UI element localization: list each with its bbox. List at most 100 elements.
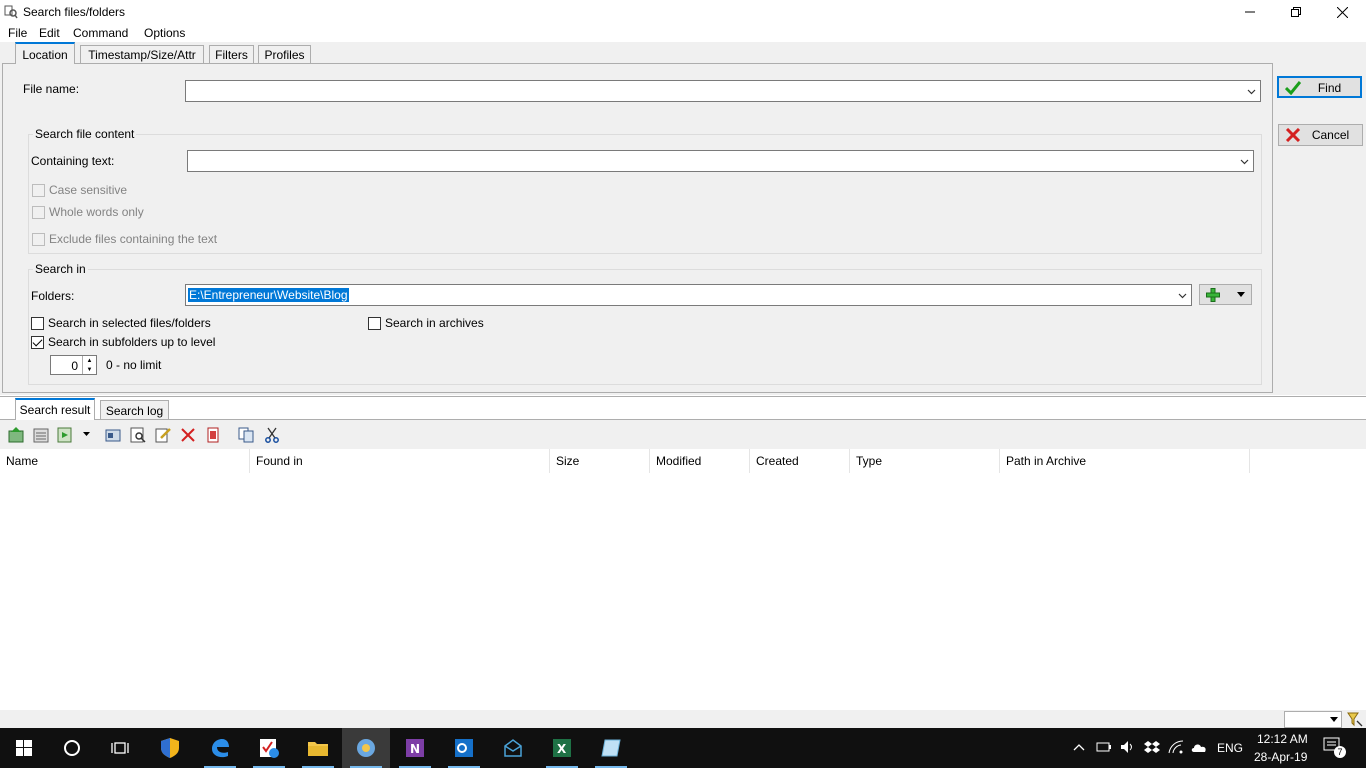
- cut-icon[interactable]: [263, 426, 280, 443]
- search-in-title: Search in: [33, 262, 88, 276]
- search-archives-checkbox[interactable]: [368, 317, 381, 330]
- search-files-app-button[interactable]: [342, 728, 390, 768]
- tab-location[interactable]: Location: [15, 42, 75, 64]
- results-list[interactable]: [0, 473, 1366, 710]
- shield-icon: [161, 738, 179, 758]
- outlook-button[interactable]: [440, 728, 488, 768]
- chevron-up-icon[interactable]: [1073, 743, 1085, 751]
- edit-icon[interactable]: [154, 426, 171, 443]
- search-subfolders-checkbox[interactable]: [31, 336, 44, 349]
- tab-search-log[interactable]: Search log: [100, 400, 169, 420]
- file-name-combo[interactable]: [185, 80, 1261, 102]
- level-spinner[interactable]: 0 ▲ ▼: [50, 355, 97, 375]
- file-name-label: File name:: [23, 82, 80, 96]
- menu-file[interactable]: File: [8, 26, 27, 40]
- delete-icon[interactable]: [179, 426, 196, 443]
- tab-timestamp[interactable]: Timestamp/Size/Attr: [80, 45, 204, 64]
- view-icon[interactable]: [104, 426, 121, 443]
- title-bar: Search files/folders: [0, 0, 1366, 24]
- add-folder-button[interactable]: [1199, 284, 1252, 305]
- calendar-app-button[interactable]: [245, 728, 293, 768]
- notes-app-button[interactable]: [587, 728, 635, 768]
- edge-button[interactable]: [196, 728, 244, 768]
- file-explorer-button[interactable]: [294, 728, 342, 768]
- col-type[interactable]: Type: [850, 449, 1000, 473]
- minimize-icon: [1245, 11, 1255, 13]
- level-value: 0: [71, 359, 78, 373]
- chevron-down-icon: [1178, 293, 1187, 299]
- menu-bar: File Edit Command Options: [0, 24, 1366, 42]
- onedrive-icon[interactable]: [1190, 741, 1208, 753]
- status-bar: [0, 710, 1366, 728]
- wifi-icon[interactable]: [1168, 740, 1184, 754]
- envelope-open-icon: [504, 739, 522, 757]
- notepad-icon: [601, 739, 621, 757]
- case-sensitive-checkbox[interactable]: [32, 184, 45, 197]
- find-button[interactable]: Find: [1277, 76, 1362, 98]
- dropbox-icon[interactable]: [1144, 740, 1160, 754]
- menu-command[interactable]: Command: [73, 26, 128, 40]
- spin-down-icon[interactable]: ▼: [83, 365, 96, 374]
- clock-time[interactable]: 12:12 AM: [1257, 732, 1308, 746]
- col-size[interactable]: Size: [550, 449, 650, 473]
- volume-icon[interactable]: [1120, 740, 1136, 754]
- tab-filters[interactable]: Filters: [209, 45, 254, 64]
- menu-edit[interactable]: Edit: [39, 26, 60, 40]
- menu-options[interactable]: Options: [144, 26, 185, 40]
- search-selected-checkbox[interactable]: [31, 317, 44, 330]
- close-button[interactable]: [1319, 0, 1365, 24]
- whole-words-checkbox[interactable]: [32, 206, 45, 219]
- tab-profiles[interactable]: Profiles: [258, 45, 311, 64]
- search-criteria-area: Location Timestamp/Size/Attr Filters Pro…: [0, 42, 1366, 395]
- onenote-button[interactable]: N: [391, 728, 439, 768]
- language-indicator[interactable]: ENG: [1217, 741, 1243, 755]
- spin-up-icon[interactable]: ▲: [83, 356, 96, 365]
- col-found-in[interactable]: Found in: [250, 449, 550, 473]
- level-spin-buttons: ▲ ▼: [82, 356, 96, 374]
- folder-icon: [308, 742, 328, 756]
- restore-icon: [1291, 7, 1301, 17]
- col-path-in-archive[interactable]: Path in Archive: [1000, 449, 1250, 473]
- clock-date[interactable]: 28-Apr-19: [1254, 750, 1307, 764]
- search-content-title: Search file content: [33, 127, 137, 141]
- start-button[interactable]: [0, 728, 48, 768]
- cancel-button[interactable]: Cancel: [1278, 124, 1363, 146]
- action-center-button[interactable]: 7: [1322, 736, 1346, 760]
- battery-icon[interactable]: [1096, 741, 1112, 753]
- go-to-file-icon[interactable]: [7, 426, 24, 443]
- search-taskbar-button[interactable]: [48, 728, 96, 768]
- col-created[interactable]: Created: [750, 449, 850, 473]
- criteria-tabs: Location Timestamp/Size/Attr Filters Pro…: [0, 42, 1366, 64]
- minimize-button[interactable]: [1227, 0, 1273, 24]
- dropdown-arrow-icon: [1237, 292, 1245, 297]
- folders-label: Folders:: [31, 289, 75, 303]
- containing-text-label: Containing text:: [31, 154, 115, 168]
- edge-icon: [212, 739, 229, 758]
- mail-app-button[interactable]: [489, 728, 537, 768]
- globe-icon: [357, 739, 375, 757]
- feed-to-listbox-icon[interactable]: [32, 426, 49, 443]
- export-icon[interactable]: [56, 426, 73, 443]
- containing-text-combo[interactable]: [187, 150, 1254, 172]
- preview-icon[interactable]: [129, 426, 146, 443]
- window-title: Search files/folders: [23, 5, 126, 19]
- exclude-files-checkbox[interactable]: [32, 233, 45, 246]
- close-icon: [1336, 6, 1348, 18]
- filter-icon[interactable]: [1347, 711, 1363, 727]
- cancel-label: Cancel: [1311, 128, 1350, 142]
- col-modified[interactable]: Modified: [650, 449, 750, 473]
- excel-button[interactable]: X: [538, 728, 586, 768]
- security-app-button[interactable]: [146, 728, 194, 768]
- tab-search-result[interactable]: Search result: [15, 398, 95, 420]
- chevron-down-icon: [1240, 159, 1249, 165]
- properties-icon[interactable]: [204, 426, 221, 443]
- result-toolbar: [0, 419, 1366, 449]
- status-combo[interactable]: [1284, 711, 1342, 728]
- copy-icon[interactable]: [237, 426, 254, 443]
- export-dropdown-icon[interactable]: [80, 426, 92, 443]
- task-view-button[interactable]: [96, 728, 144, 768]
- cortana-icon: [64, 740, 80, 756]
- restore-button[interactable]: [1273, 0, 1319, 24]
- folders-combo[interactable]: E:\Entrepreneur\Website\Blog: [185, 284, 1192, 306]
- col-name[interactable]: Name: [0, 449, 250, 473]
